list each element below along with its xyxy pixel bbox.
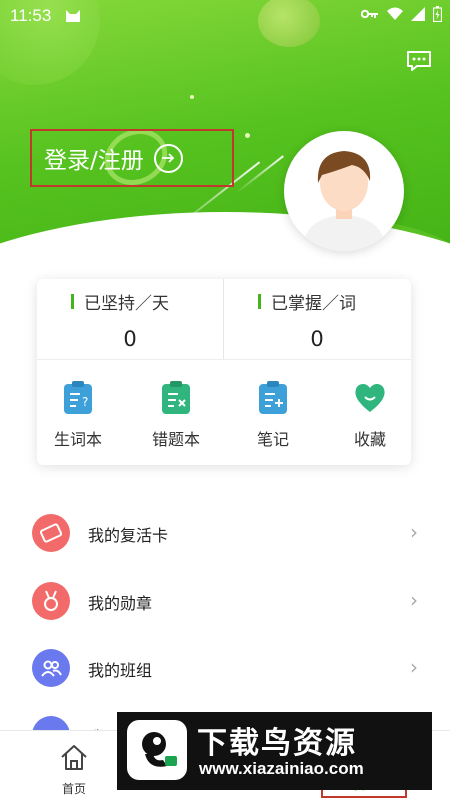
stat-label: 已坚持／天 xyxy=(84,294,169,314)
menu-label: 我的复活卡 xyxy=(88,526,169,545)
stat-words-mastered: 已掌握／词 0 xyxy=(224,279,410,359)
status-icons xyxy=(361,6,442,22)
menu-label: 我的勋章 xyxy=(88,594,153,613)
login-register-button[interactable]: 登录/注册 xyxy=(30,129,234,187)
chevron-right-icon: › xyxy=(410,588,418,612)
key-icon xyxy=(361,9,378,19)
menu-label: 我的班组 xyxy=(88,661,153,680)
tool-label: 笔记 xyxy=(256,430,289,449)
stats-card: 已坚持／天 0 已掌握／词 0 ? 生词本 错题本 笔记 收藏 xyxy=(37,279,411,465)
status-bar: 11:53 xyxy=(0,0,450,32)
battery-icon xyxy=(433,6,442,22)
watermark-title: 下载鸟资源 xyxy=(197,726,357,761)
menu-item-medals[interactable]: 我的勋章 › xyxy=(0,568,450,634)
nav-home[interactable]: 首页 xyxy=(29,731,119,800)
cellular-icon xyxy=(411,7,425,21)
class-group-icon xyxy=(32,649,70,687)
tool-label: 错题本 xyxy=(151,430,200,449)
arrow-right-circle-icon xyxy=(153,143,183,173)
stat-value: 0 xyxy=(310,327,324,351)
svg-text:?: ? xyxy=(82,395,88,409)
divider xyxy=(37,359,411,360)
cat-notification-icon xyxy=(66,10,80,22)
chevron-right-icon: › xyxy=(410,520,418,544)
star-decoration xyxy=(190,95,194,99)
wifi-icon xyxy=(387,7,403,20)
message-icon[interactable] xyxy=(406,50,432,72)
vocabulary-book-icon: ? xyxy=(64,381,92,414)
tool-wrong-questions[interactable]: 错题本 xyxy=(131,379,221,450)
watermark-bird-logo-icon xyxy=(127,720,187,780)
revival-card-icon xyxy=(32,514,70,552)
user-avatar-icon[interactable] xyxy=(284,131,404,251)
stat-label: 已掌握／词 xyxy=(271,294,356,314)
notes-icon xyxy=(259,381,287,414)
stat-value: 0 xyxy=(123,327,137,351)
tool-favorites[interactable]: 收藏 xyxy=(325,379,415,450)
chevron-right-icon: › xyxy=(410,655,418,679)
tool-label: 收藏 xyxy=(353,430,386,449)
login-register-label: 登录/注册 xyxy=(44,148,144,174)
status-time: 11:53 xyxy=(10,6,52,25)
menu-item-class-group[interactable]: 我的班组 › xyxy=(0,635,450,701)
home-icon xyxy=(61,745,87,770)
tool-label: 生词本 xyxy=(53,430,102,449)
watermark-url: www.xiazainiao.com xyxy=(199,759,364,778)
watermark-banner: 下载鸟资源 www.xiazainiao.com xyxy=(117,712,432,790)
nav-label: 首页 xyxy=(61,782,86,796)
stat-days-persisted: 已坚持／天 0 xyxy=(37,279,223,359)
medal-icon xyxy=(32,582,70,620)
stat-marker xyxy=(258,294,261,309)
stat-marker xyxy=(71,294,74,309)
favorites-heart-icon xyxy=(355,383,385,412)
menu-item-revival-card[interactable]: 我的复活卡 › xyxy=(0,500,450,566)
tool-notes[interactable]: 笔记 xyxy=(228,379,318,450)
star-decoration xyxy=(245,133,250,138)
wrong-questions-icon xyxy=(162,381,190,414)
tool-vocabulary-book[interactable]: ? 生词本 xyxy=(33,379,123,450)
